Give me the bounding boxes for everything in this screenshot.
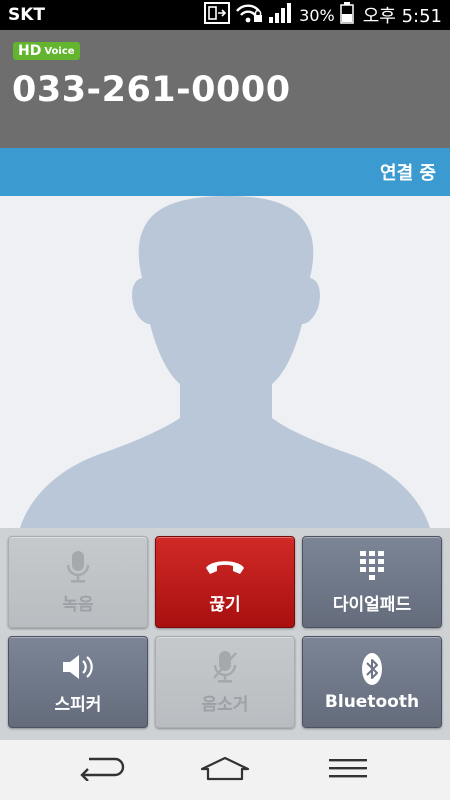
speaker-icon: [61, 650, 95, 684]
end-call-label: 끊기: [209, 594, 241, 615]
record-label: 녹음: [62, 594, 94, 615]
bluetooth-label: Bluetooth: [324, 692, 420, 712]
clock: 오후 5:51: [362, 6, 442, 27]
call-status-strip: 연결 중: [0, 148, 450, 196]
call-control-panel: 녹음 끊기 다이얼패드 스피커 음소거 Bluetooth: [0, 528, 450, 740]
mute-label: 음소거: [201, 694, 249, 715]
dialpad-label: 다이얼패드: [332, 594, 412, 615]
hd-voice-badge: HD Voice: [13, 42, 80, 60]
mute-button[interactable]: 음소거: [155, 636, 295, 728]
call-header: HD Voice 033-261-0000: [0, 30, 450, 148]
record-button[interactable]: 녹음: [8, 536, 148, 628]
bluetooth-icon: [361, 652, 383, 686]
end-call-button[interactable]: 끊기: [155, 536, 295, 628]
battery-percent: 30%: [299, 5, 335, 25]
battery-icon: [339, 2, 354, 28]
hd-badge-text: HD: [18, 43, 42, 59]
voice-badge-text: Voice: [44, 45, 75, 57]
signal-icon: [268, 2, 294, 28]
speaker-label: 스피커: [54, 694, 102, 715]
home-icon: [200, 755, 250, 785]
carrier-label: SKT: [8, 5, 46, 25]
dialpad-button[interactable]: 다이얼패드: [302, 536, 442, 628]
microphone-mute-icon: [211, 650, 239, 684]
microphone-icon: [66, 550, 90, 584]
navigation-bar: [0, 740, 450, 800]
dual-sim-icon: [204, 2, 231, 28]
avatar-silhouette-icon: [20, 196, 430, 528]
hang-up-icon: [203, 550, 247, 584]
bluetooth-button[interactable]: Bluetooth: [302, 636, 442, 728]
back-arrow-icon: [79, 755, 125, 785]
contact-photo: [0, 196, 450, 528]
menu-icon: [327, 757, 369, 783]
dialpad-icon: [359, 550, 385, 584]
call-status-text: 연결 중: [380, 163, 436, 184]
menu-button[interactable]: [318, 750, 378, 790]
home-button[interactable]: [195, 750, 255, 790]
back-button[interactable]: [72, 750, 132, 790]
status-icons: 30% 오후 5:51: [204, 2, 442, 28]
speaker-button[interactable]: 스피커: [8, 636, 148, 728]
wifi-lock-icon: [235, 2, 263, 28]
phone-number: 033-261-0000: [12, 70, 291, 110]
status-bar: SKT 30% 오후 5:51: [0, 0, 450, 30]
